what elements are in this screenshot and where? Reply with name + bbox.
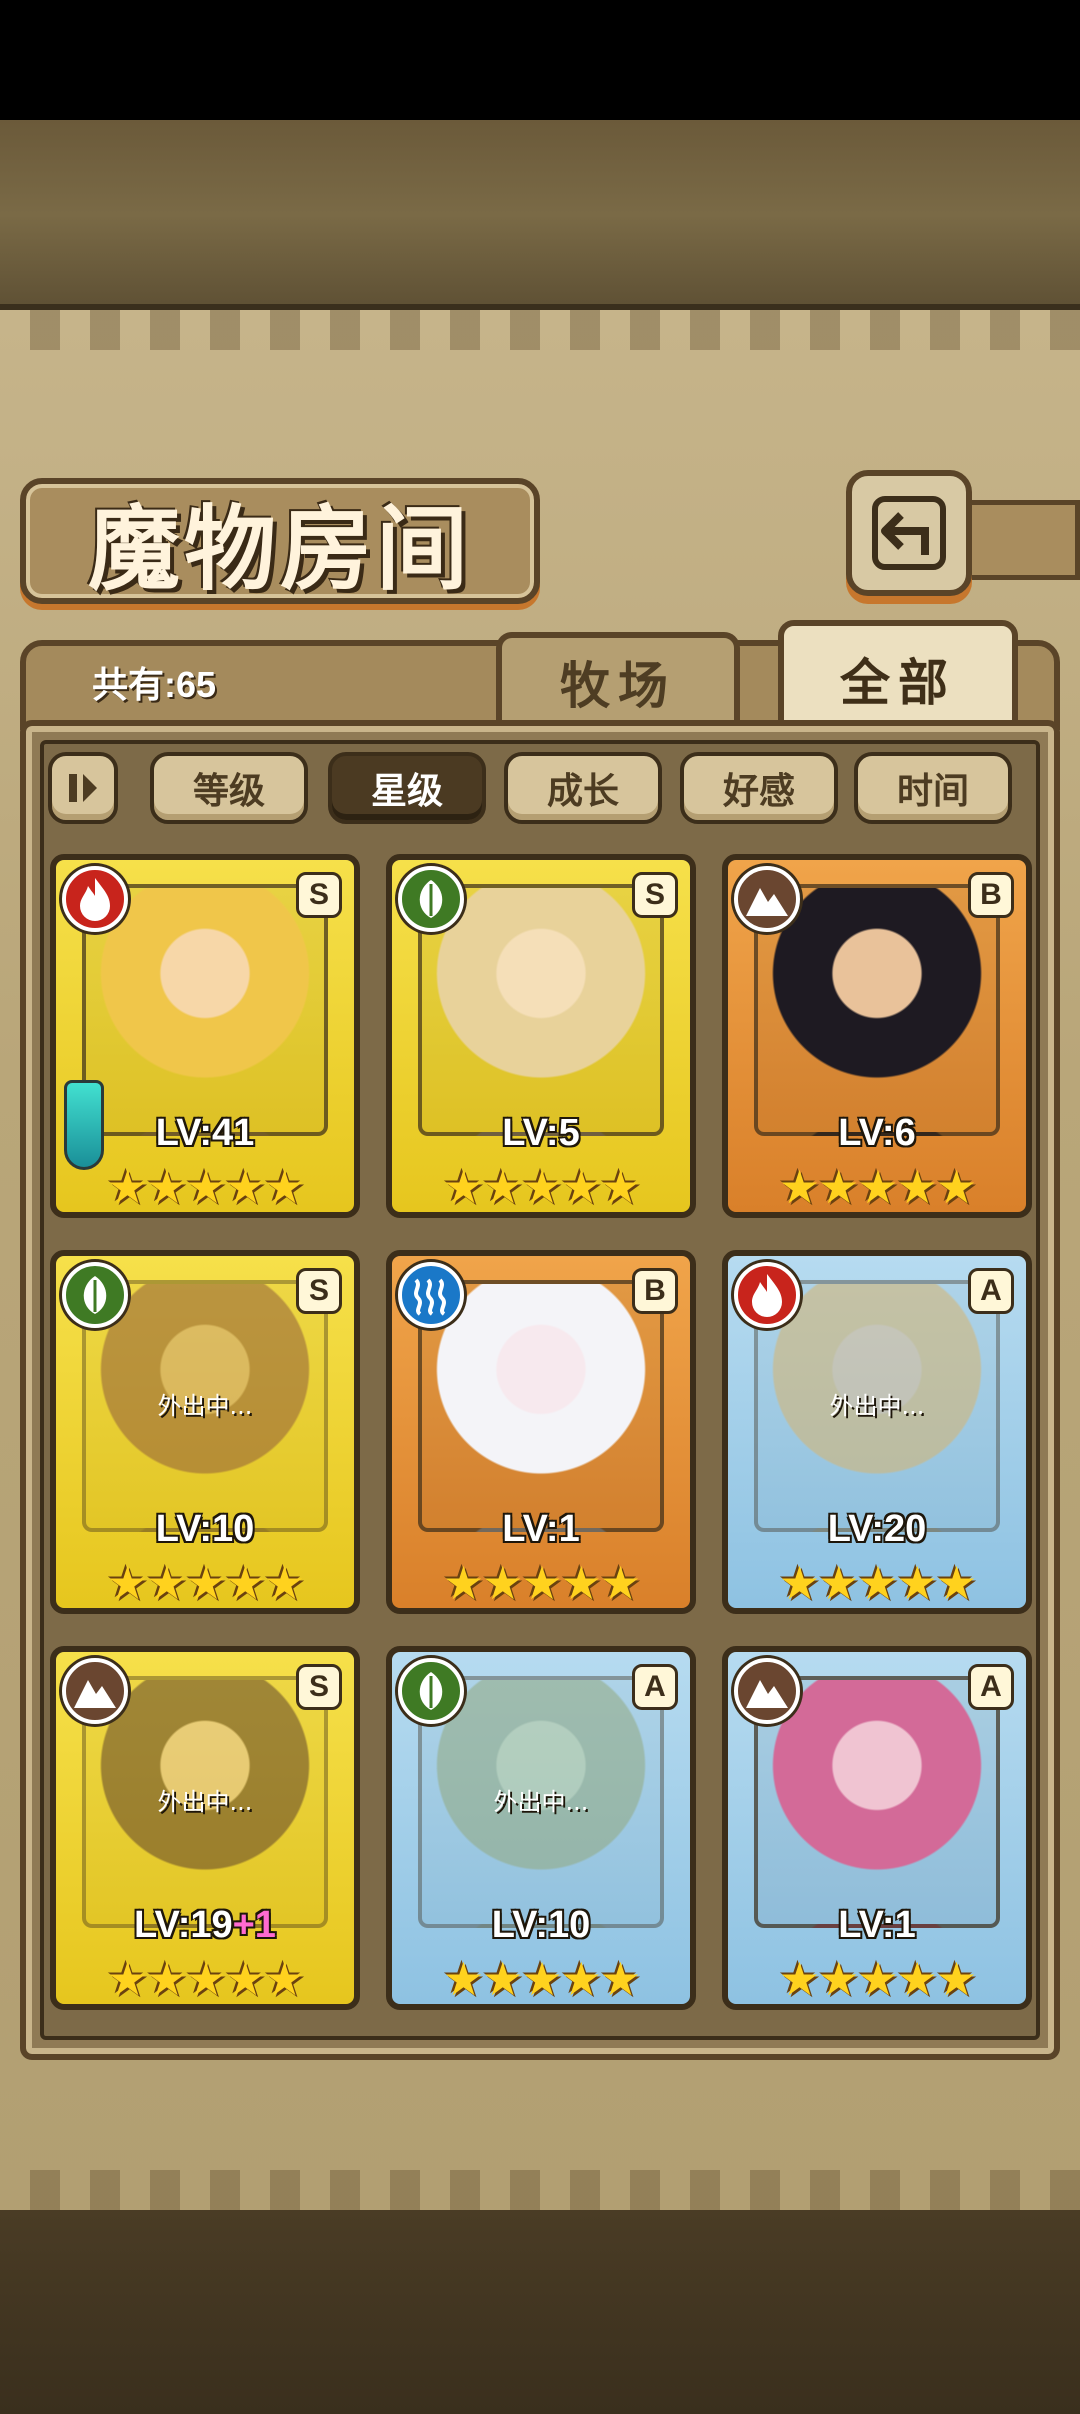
rank-badge: S: [296, 1664, 342, 1710]
monster-card[interactable]: A 外出中... LV:10 ★★★★★: [386, 1646, 696, 2010]
level-value: LV:1: [838, 1904, 916, 1946]
tab-pasture[interactable]: 牧场: [496, 632, 740, 732]
away-status: 外出中...: [829, 1392, 925, 1420]
level-label: LV:10: [392, 1904, 690, 1947]
fire-element-icon: [734, 1262, 800, 1328]
star-rating: ★★★★★: [778, 1160, 977, 1214]
earth-element-icon: [734, 866, 800, 932]
level-value: LV:5: [502, 1112, 580, 1154]
sort-growth-button[interactable]: 成长: [504, 752, 662, 824]
sort-time-button[interactable]: 时间: [854, 752, 1012, 824]
rank-badge: B: [968, 872, 1014, 918]
rank-badge: A: [632, 1664, 678, 1710]
map-background-bottom: [0, 2210, 1080, 2414]
back-button[interactable]: [846, 470, 972, 596]
monster-card[interactable]: A 外出中... LV:20 ★★★★★: [722, 1250, 1032, 1614]
star-rating: ★★★★★: [442, 1952, 641, 2006]
level-label: LV:6: [728, 1112, 1026, 1155]
sort-toggle-icon: [69, 774, 97, 802]
level-value: LV:19: [134, 1904, 233, 1946]
sort-affection-button[interactable]: 好感: [680, 752, 838, 824]
level-label: LV:20: [728, 1508, 1026, 1551]
level-label: LV:1: [392, 1508, 690, 1551]
page-title: 魔物房间: [87, 494, 472, 603]
level-value: LV:6: [838, 1112, 916, 1154]
sort-star-button[interactable]: 星级: [328, 752, 486, 824]
star-rating: ★★★★★: [442, 1160, 641, 1214]
level-value: LV:1: [502, 1508, 580, 1550]
earth-element-icon: [62, 1658, 128, 1724]
sort-toggle-button[interactable]: [48, 752, 118, 824]
fire-element-icon: [62, 866, 128, 932]
level-value: LV:20: [827, 1508, 927, 1550]
level-value: LV:41: [155, 1112, 255, 1154]
level-label: LV:19+1: [56, 1904, 354, 1947]
leaf-element-icon: [398, 1658, 464, 1724]
back-button-tail: [972, 500, 1080, 580]
rank-badge: S: [296, 872, 342, 918]
level-value: LV:10: [491, 1904, 591, 1946]
away-status: 外出中...: [157, 1788, 253, 1816]
star-rating: ★★★★★: [106, 1160, 305, 1214]
level-value: LV:10: [155, 1508, 255, 1550]
sort-row: 等级 星级 成长 好感 时间: [48, 752, 1048, 832]
level-label: LV:41: [56, 1112, 354, 1155]
level-bonus: +1: [232, 1904, 276, 1946]
sort-level-button[interactable]: 等级: [150, 752, 308, 824]
monster-card[interactable]: S 外出中... LV:19+1 ★★★★★: [50, 1646, 360, 2010]
monster-count: 共有:65: [92, 664, 217, 705]
earth-element-icon: [734, 1658, 800, 1724]
water-element-icon: [398, 1262, 464, 1328]
monster-card[interactable]: S 外出中... LV:10 ★★★★★: [50, 1250, 360, 1614]
leaf-element-icon: [398, 866, 464, 932]
monster-card[interactable]: B LV:1 ★★★★★: [386, 1250, 696, 1614]
status-bar: [0, 0, 1080, 120]
level-label: LV:10: [56, 1508, 354, 1551]
away-status: 外出中...: [493, 1788, 589, 1816]
away-status: 外出中...: [157, 1392, 253, 1420]
rank-badge: A: [968, 1268, 1014, 1314]
monster-card[interactable]: S LV:41 ★★★★★: [50, 854, 360, 1218]
rank-badge: A: [968, 1664, 1014, 1710]
star-rating: ★★★★★: [106, 1952, 305, 2006]
leaf-element-icon: [62, 1262, 128, 1328]
level-label: LV:5: [392, 1112, 690, 1155]
rank-badge: B: [632, 1268, 678, 1314]
level-label: LV:1: [728, 1904, 1026, 1947]
map-background-top: [0, 120, 1080, 310]
rank-badge: S: [632, 872, 678, 918]
monster-card[interactable]: B LV:6 ★★★★★: [722, 854, 1032, 1218]
monster-card[interactable]: S LV:5 ★★★★★: [386, 854, 696, 1218]
star-rating: ★★★★★: [106, 1556, 305, 1610]
back-arrow-icon: [872, 496, 946, 570]
star-rating: ★★★★★: [778, 1952, 977, 2006]
monster-card[interactable]: A LV:1 ★★★★★: [722, 1646, 1032, 2010]
star-rating: ★★★★★: [778, 1556, 977, 1610]
rank-badge: S: [296, 1268, 342, 1314]
star-rating: ★★★★★: [442, 1556, 641, 1610]
